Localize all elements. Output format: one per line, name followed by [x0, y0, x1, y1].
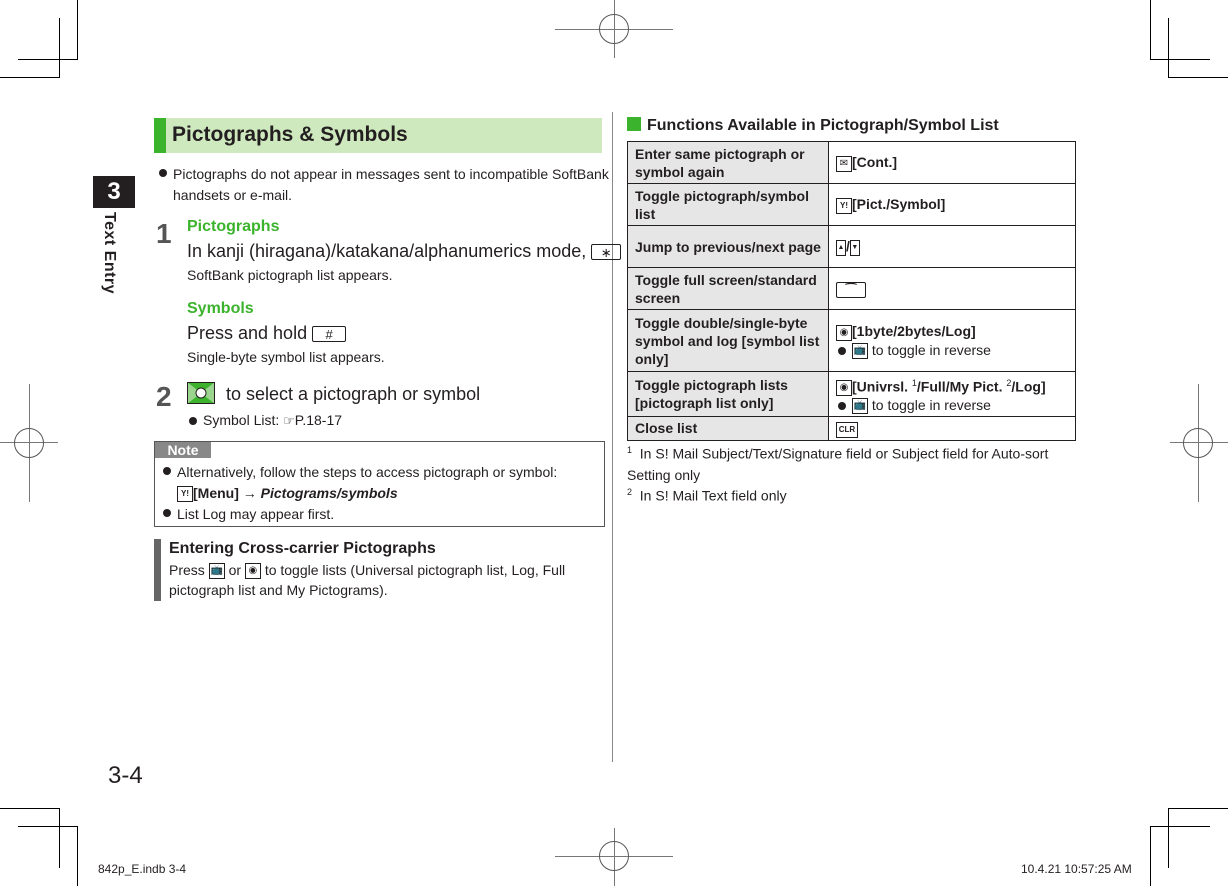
mail-key-icon: ✉: [836, 155, 852, 172]
function-operation: ◉ [Univrsl. 1/Full/My Pict. 2/Log] 📺 to t…: [828, 370, 1076, 418]
function-operation: Y! [Pict./Symbol]: [828, 183, 1076, 226]
function-operation: ✉ [Cont.]: [828, 141, 1076, 184]
table-row: Enter same pictograph or symbol again ✉[…: [627, 141, 1076, 184]
functions-table: Enter same pictograph or symbol again ✉[…: [627, 141, 1076, 441]
column-divider: [612, 112, 613, 762]
menu-path-item: Pictograms/symbols: [260, 485, 398, 501]
table-row: Toggle full screen/standard screen ⁀: [627, 267, 1076, 310]
step-subheading: Pictographs: [187, 218, 280, 235]
function-operation: ⁀: [828, 267, 1076, 310]
section-header: Pictographs & Symbols: [154, 118, 602, 153]
sidebar-accent-bar: [154, 539, 161, 601]
footnote: 2 In S! Mail Text field only: [627, 487, 787, 504]
reference-pointer-icon: ☞: [283, 413, 295, 428]
camera-key-icon: ◉: [244, 563, 261, 580]
step-result: Single-byte symbol list appears.: [187, 349, 385, 365]
function-operation: ◉ [1byte/2bytes/Log] 📺 to toggle in rever…: [828, 309, 1076, 372]
step-number: 1: [156, 218, 172, 249]
function-label: Close list: [627, 416, 829, 441]
note-item: List Log may appear first.: [161, 504, 557, 525]
camera-key-icon: ◉: [836, 379, 852, 396]
yahoo-key-icon: Y!: [836, 197, 852, 214]
step-instruction: In kanji (hiragana)/katakana/alphanumeri…: [187, 241, 622, 262]
call-key-icon: ⁀: [836, 281, 866, 298]
yahoo-key-icon: Y!: [177, 486, 193, 503]
function-label: Toggle full screen/standard screen: [627, 267, 829, 310]
table-row: Toggle double/single-byte symbol and log…: [627, 309, 1076, 372]
table-row: Jump to previous/next page ▲ / ▼: [627, 225, 1076, 268]
table-row: Close list CLR: [627, 416, 1076, 441]
table-row: Toggle pictograph lists [pictograph list…: [627, 370, 1076, 418]
cross-carrier-heading: Entering Cross-carrier Pictographs: [169, 540, 436, 557]
up-key-icon: ▲: [836, 239, 846, 256]
page-number: 3-4: [108, 762, 143, 789]
step-number: 2: [156, 381, 172, 412]
step-bullet: Symbol List: ☞P.18-17: [187, 412, 342, 429]
note-item: Alternatively, follow the steps to acces…: [161, 462, 557, 504]
function-operation: CLR: [828, 416, 1076, 441]
cross-carrier-body: Press 📺 or ◉ to toggle lists (Universal …: [169, 562, 566, 598]
slug-timestamp: 10.4.21 10:57:25 AM: [1021, 862, 1132, 876]
functions-heading: Functions Available in Pictograph/Symbol…: [627, 117, 999, 135]
footnote: 1 In S! Mail Subject/Text/Signature fiel…: [627, 445, 1049, 483]
section-title: Pictographs & Symbols: [172, 123, 408, 146]
cross-carrier-box: Entering Cross-carrier Pictographs Press…: [154, 539, 604, 601]
asterisk-key-icon: ∗: [591, 244, 622, 261]
chapter-number: 3: [93, 176, 135, 208]
header-accent-bar: [154, 118, 166, 153]
arrow-icon: →: [242, 485, 257, 501]
instruction-text: to select a pictograph or symbol: [226, 384, 481, 404]
page-reference-link[interactable]: P.18-17: [295, 412, 342, 428]
function-label: Jump to previous/next page: [627, 225, 829, 268]
tv-key-icon: 📺: [852, 342, 868, 359]
step-instruction: Press and hold #: [187, 323, 347, 344]
multi-selector-key-icon: [187, 382, 215, 409]
function-label: Enter same pictograph or symbol again: [627, 141, 829, 184]
table-row: Toggle pictograph/symbol list Y! [Pict./S…: [627, 183, 1076, 226]
function-operation: ▲ / ▼: [828, 225, 1076, 268]
clear-key-icon: CLR: [836, 421, 858, 438]
step-instruction: to select a pictograph or symbol: [187, 382, 480, 409]
note-box: Note Alternatively, follow the steps to …: [154, 441, 605, 527]
tv-key-icon: 📺: [208, 563, 225, 580]
step-result: SoftBank pictograph list appears.: [187, 267, 393, 283]
function-label: Toggle pictograph/symbol list: [627, 183, 829, 226]
hash-key-icon: #: [312, 326, 347, 343]
slug-file: 842p_E.indb 3-4: [98, 862, 187, 876]
camera-key-icon: ◉: [836, 324, 852, 341]
intro-bullet: Pictographs do not appear in messages se…: [157, 164, 613, 206]
step-subheading: Symbols: [187, 300, 254, 317]
chapter-title: Text Entry: [101, 212, 118, 295]
instruction-text: In kanji (hiragana)/katakana/alphanumeri…: [187, 241, 587, 261]
instruction-text: Press and hold: [187, 323, 308, 343]
green-square-icon: [627, 117, 641, 131]
function-label: Toggle pictograph lists [pictograph list…: [627, 370, 829, 418]
down-key-icon: ▼: [849, 239, 860, 256]
tv-key-icon: 📺: [852, 398, 868, 415]
function-label: Toggle double/single-byte symbol and log…: [627, 309, 829, 372]
note-label: Note: [155, 442, 211, 458]
